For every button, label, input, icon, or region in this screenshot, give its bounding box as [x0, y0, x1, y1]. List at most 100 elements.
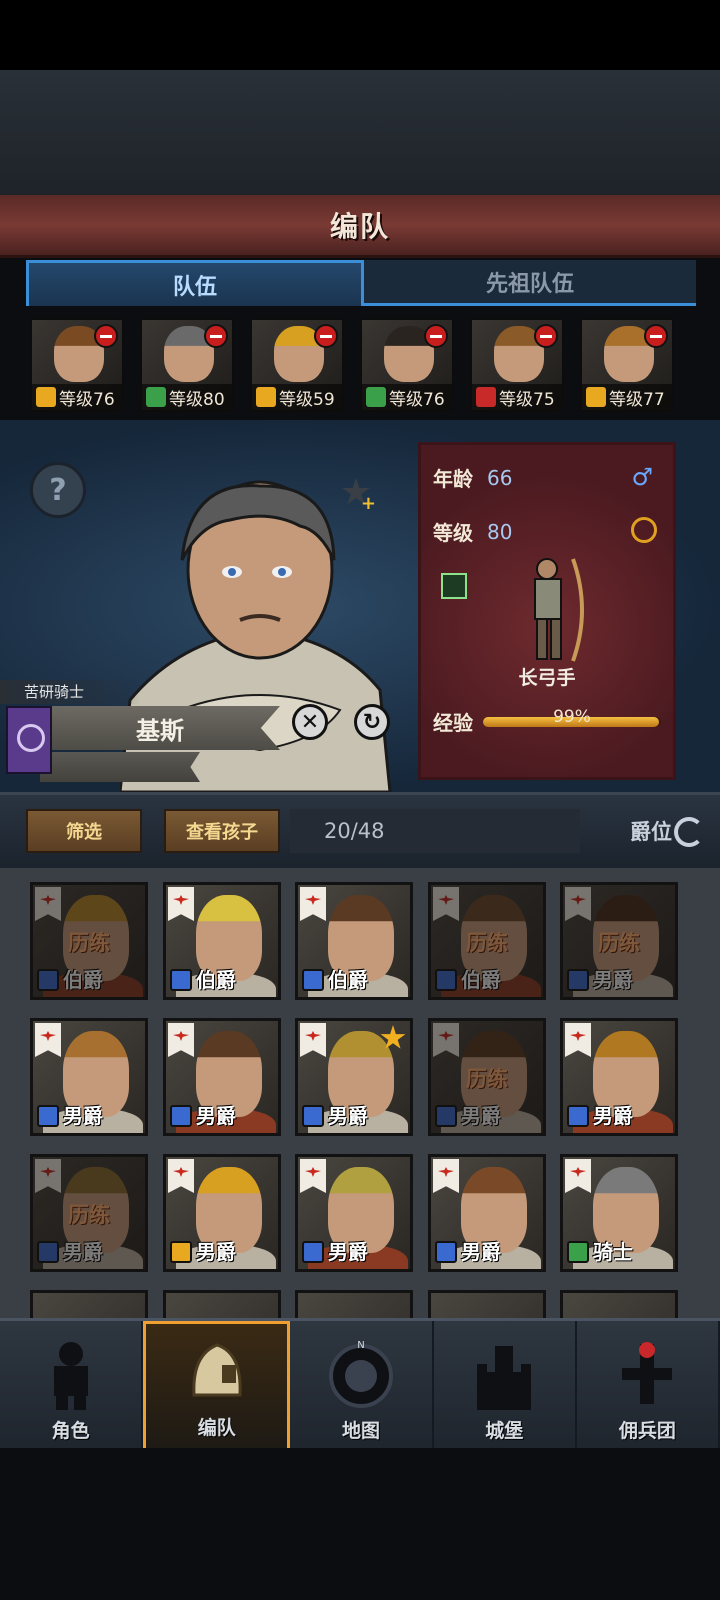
- roster-card[interactable]: 男爵: [163, 1018, 281, 1136]
- roster-grid: 伯爵 历练 伯爵 伯爵 伯爵 历练 男爵 历练 男爵 男爵 男爵 男爵 历练 男爵 男爵 历练 男爵 男爵 男爵 骑士: [0, 868, 720, 1328]
- shield-class-icon: [256, 387, 276, 407]
- roster-card[interactable]: 伯爵 历练: [30, 882, 148, 1000]
- marriage-ring-icon[interactable]: [631, 517, 657, 543]
- sword-class-icon: [435, 1241, 457, 1263]
- age-label: 年龄: [433, 467, 473, 491]
- roster-card[interactable]: 男爵 历练: [560, 882, 678, 1000]
- card-rank: 男爵: [593, 1104, 633, 1128]
- nav-item-label: 角色: [51, 1420, 90, 1442]
- roster-card[interactable]: 男爵: [295, 1018, 413, 1136]
- view-children-button[interactable]: 查看孩子: [164, 809, 280, 853]
- roster-card[interactable]: 男爵 历练: [428, 1018, 546, 1136]
- team-member-slot[interactable]: 等级80: [140, 318, 234, 412]
- nav-item[interactable]: 城堡: [434, 1321, 577, 1451]
- house-banner-icon: [300, 1159, 326, 1193]
- sword-class-icon: [302, 1241, 324, 1263]
- card-rank: 男爵: [593, 968, 633, 992]
- team-member-slot[interactable]: 等级75: [470, 318, 564, 412]
- bird-emblem-icon: [40, 895, 56, 905]
- card-rank: 骑士: [593, 1240, 633, 1264]
- help-button[interactable]: ?: [30, 462, 86, 518]
- sword-class-icon: [170, 969, 192, 991]
- sword-class-icon: [435, 969, 457, 991]
- card-shoulders: [441, 973, 541, 997]
- team-member-row: 等级76 等级80 等级59 等级76 等级75 等级77: [30, 318, 690, 416]
- male-icon: ♂: [631, 463, 653, 491]
- house-banner-icon: [300, 1023, 326, 1057]
- shield-class-icon: [36, 387, 56, 407]
- roster-card[interactable]: 伯爵 历练: [428, 882, 546, 1000]
- page-title: 编队: [329, 210, 390, 243]
- remove-member-icon[interactable]: [94, 324, 118, 348]
- roster-card[interactable]: 男爵 历练: [30, 1154, 148, 1272]
- roster-card[interactable]: 男爵: [560, 1018, 678, 1136]
- house-banner-icon: [565, 887, 591, 921]
- training-label: 历练: [68, 931, 110, 955]
- compass-icon: N: [329, 1340, 393, 1408]
- nav-item-label: 佣兵团: [618, 1420, 676, 1442]
- card-rank: 伯爵: [461, 968, 501, 992]
- svg-text:N: N: [357, 1340, 364, 1351]
- tab-ancestor-team[interactable]: 先祖队伍: [364, 260, 696, 306]
- team-member-slot[interactable]: 等级77: [580, 318, 674, 412]
- roster-card[interactable]: 男爵: [30, 1018, 148, 1136]
- filter-button[interactable]: 筛选: [26, 809, 142, 853]
- sword-class-icon: [567, 969, 589, 991]
- card-portrait: [63, 1167, 129, 1253]
- roster-card[interactable]: 男爵: [295, 1154, 413, 1272]
- team-member-slot[interactable]: 等级76: [30, 318, 124, 412]
- bird-emblem-icon: [40, 1031, 56, 1041]
- card-shoulders: [43, 1245, 143, 1269]
- member-level-text: 等级75: [499, 389, 555, 410]
- sort-rank-label[interactable]: 爵位: [630, 809, 672, 853]
- roster-card[interactable]: 伯爵: [295, 882, 413, 1000]
- roster-card[interactable]: 伯爵: [163, 882, 281, 1000]
- roster-card[interactable]: 男爵: [428, 1154, 546, 1272]
- remove-member-icon[interactable]: [204, 324, 228, 348]
- team-member-slot[interactable]: 等级59: [250, 318, 344, 412]
- bird-emblem-icon: [173, 1031, 189, 1041]
- hero-name[interactable]: 基斯: [40, 706, 280, 750]
- house-banner-icon: [35, 1159, 61, 1193]
- bird-emblem-icon: [570, 895, 586, 905]
- tab-team[interactable]: 队伍: [26, 260, 364, 306]
- training-label: 历练: [466, 1067, 508, 1091]
- card-portrait: [63, 895, 129, 981]
- roster-card[interactable]: 男爵: [163, 1154, 281, 1272]
- family-crest-icon[interactable]: [6, 706, 52, 774]
- nav-item[interactable]: 编队: [143, 1321, 291, 1451]
- card-rank: 男爵: [196, 1104, 236, 1128]
- top-backdrop: [0, 70, 720, 195]
- mercenary-icon: [622, 1342, 673, 1404]
- hero-info-panel: 年龄 66 ♂ 等级 80 长弓手 经验 99%: [418, 442, 676, 780]
- nav-item[interactable]: 佣兵团: [577, 1321, 720, 1451]
- remove-member-icon[interactable]: [314, 324, 338, 348]
- remove-member-icon[interactable]: [644, 324, 668, 348]
- team-member-slot[interactable]: 等级76: [360, 318, 454, 412]
- roster-card[interactable]: 骑士: [560, 1154, 678, 1272]
- member-level-text: 等级76: [59, 389, 115, 410]
- bird-emblem-icon: [570, 1167, 586, 1177]
- bow-class-icon: [441, 573, 467, 599]
- house-banner-icon: [35, 1023, 61, 1057]
- dismiss-button[interactable]: ✕: [292, 704, 328, 740]
- navigation-bar-area: [0, 1448, 720, 1600]
- member-level: 等级76: [32, 384, 122, 410]
- card-rank: 伯爵: [196, 968, 236, 992]
- nav-item-label: 编队: [197, 1417, 236, 1439]
- remove-member-icon[interactable]: [534, 324, 558, 348]
- unit-type-name: 长弓手: [518, 667, 576, 689]
- refresh-sort-icon[interactable]: [674, 817, 704, 847]
- nav-item[interactable]: 角色: [0, 1321, 144, 1451]
- card-rank: 男爵: [461, 1240, 501, 1264]
- favorite-add-button[interactable]: ★ +: [334, 470, 378, 515]
- card-portrait: [593, 895, 659, 981]
- nav-item[interactable]: N 地图: [290, 1321, 434, 1451]
- sword-class-icon: [302, 969, 324, 991]
- remove-member-icon[interactable]: [424, 324, 448, 348]
- shield-class-icon: [170, 1241, 192, 1263]
- status-bar-area: [0, 0, 720, 70]
- bow-class-icon: [366, 387, 386, 407]
- rename-button[interactable]: ↻: [354, 704, 390, 740]
- sword-class-icon: [567, 1105, 589, 1127]
